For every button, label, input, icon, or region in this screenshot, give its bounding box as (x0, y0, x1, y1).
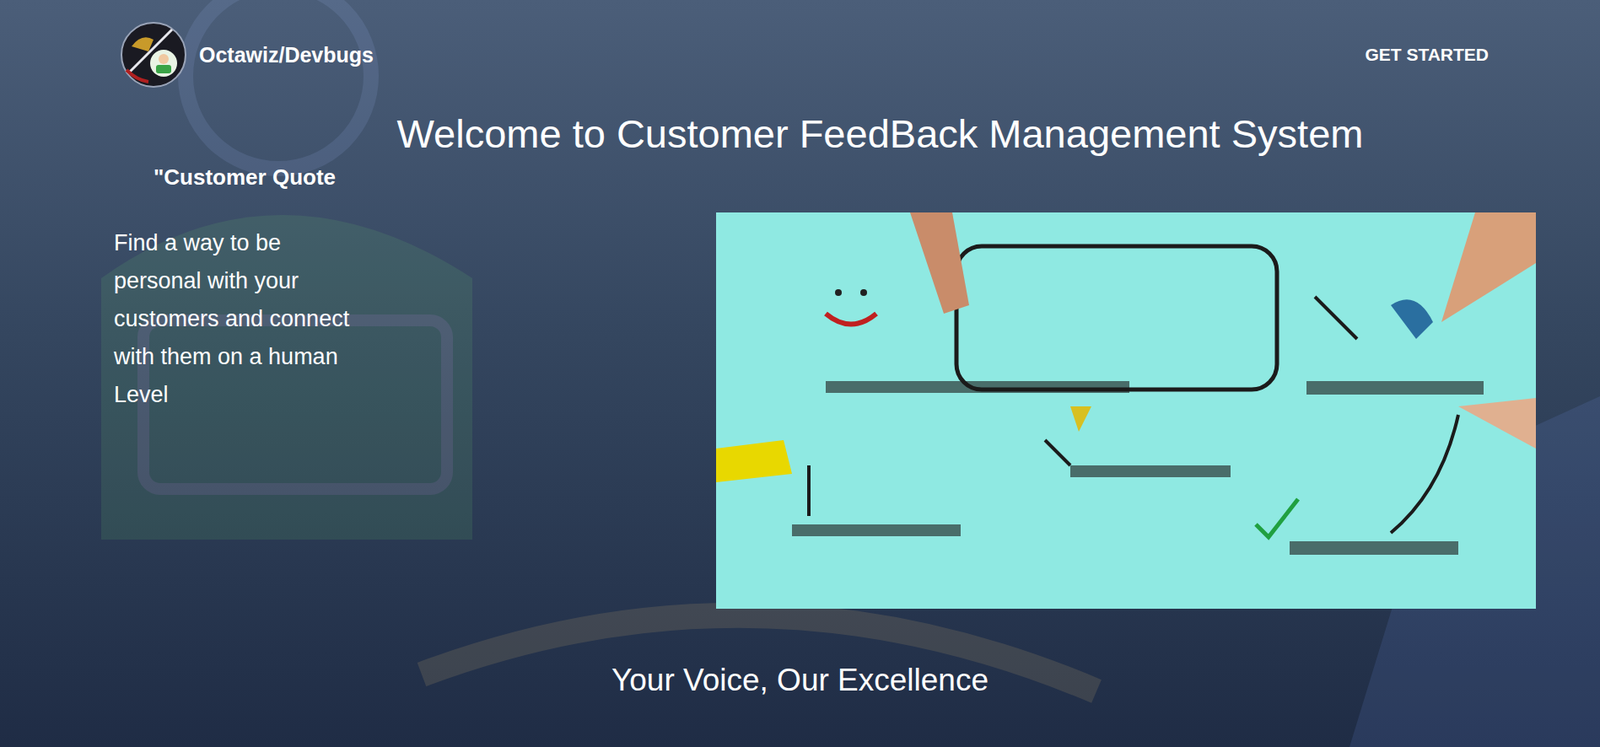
quote-panel: "Customer Quote Find a way to be personal… (0, 163, 717, 609)
brand[interactable]: Octawiz/Devbugs (119, 21, 374, 89)
customer-loyalty-photo (716, 212, 1536, 609)
page-title: Welcome to Customer FeedBack Management … (0, 109, 1600, 159)
brand-name[interactable]: Octawiz/Devbugs (199, 43, 374, 68)
hero-section: "Customer Quote Find a way to be personal… (0, 163, 1600, 609)
quote-text: Find a way to be personal with your cust… (113, 224, 351, 415)
hero-photo (716, 212, 1536, 609)
quote-heading: "Customer Quote (0, 163, 717, 191)
logo-icon[interactable] (119, 21, 188, 89)
get-started-button[interactable]: GET STARTED (1361, 39, 1493, 71)
header: Octawiz/Devbugs GET STARTED (0, 0, 1600, 90)
tagline: Your Voice, Our Excellence (0, 661, 1600, 701)
